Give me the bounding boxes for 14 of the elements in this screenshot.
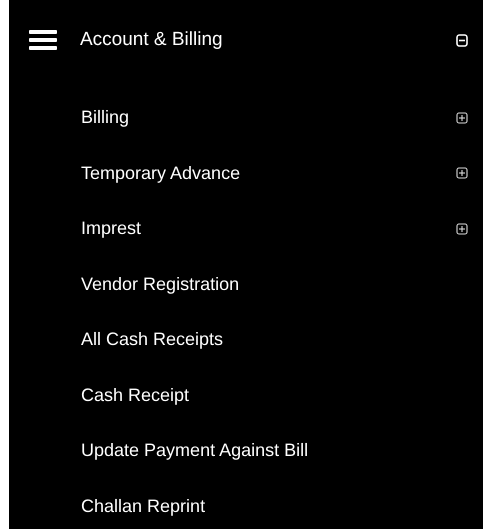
expand-icon[interactable] <box>456 222 468 235</box>
expand-icon[interactable] <box>456 112 468 124</box>
menu-title[interactable]: Account & Billing <box>80 29 456 51</box>
collapse-icon[interactable] <box>456 34 468 46</box>
expand-icon[interactable] <box>456 167 468 180</box>
menu-item[interactable]: All Cash Receipts <box>81 329 468 350</box>
menu-item[interactable]: Vendor Registration <box>81 274 468 295</box>
menu-item[interactable]: Temporary Advance <box>81 162 456 184</box>
menu-item[interactable]: Imprest <box>81 218 456 240</box>
menu-item[interactable]: Challan Reprint <box>81 496 468 517</box>
menu-item[interactable]: Billing <box>81 107 456 128</box>
menu-icon[interactable] <box>29 30 57 50</box>
menu-item[interactable]: Cash Receipt <box>81 384 468 406</box>
menu-item[interactable]: Update Payment Against Bill <box>81 440 468 462</box>
